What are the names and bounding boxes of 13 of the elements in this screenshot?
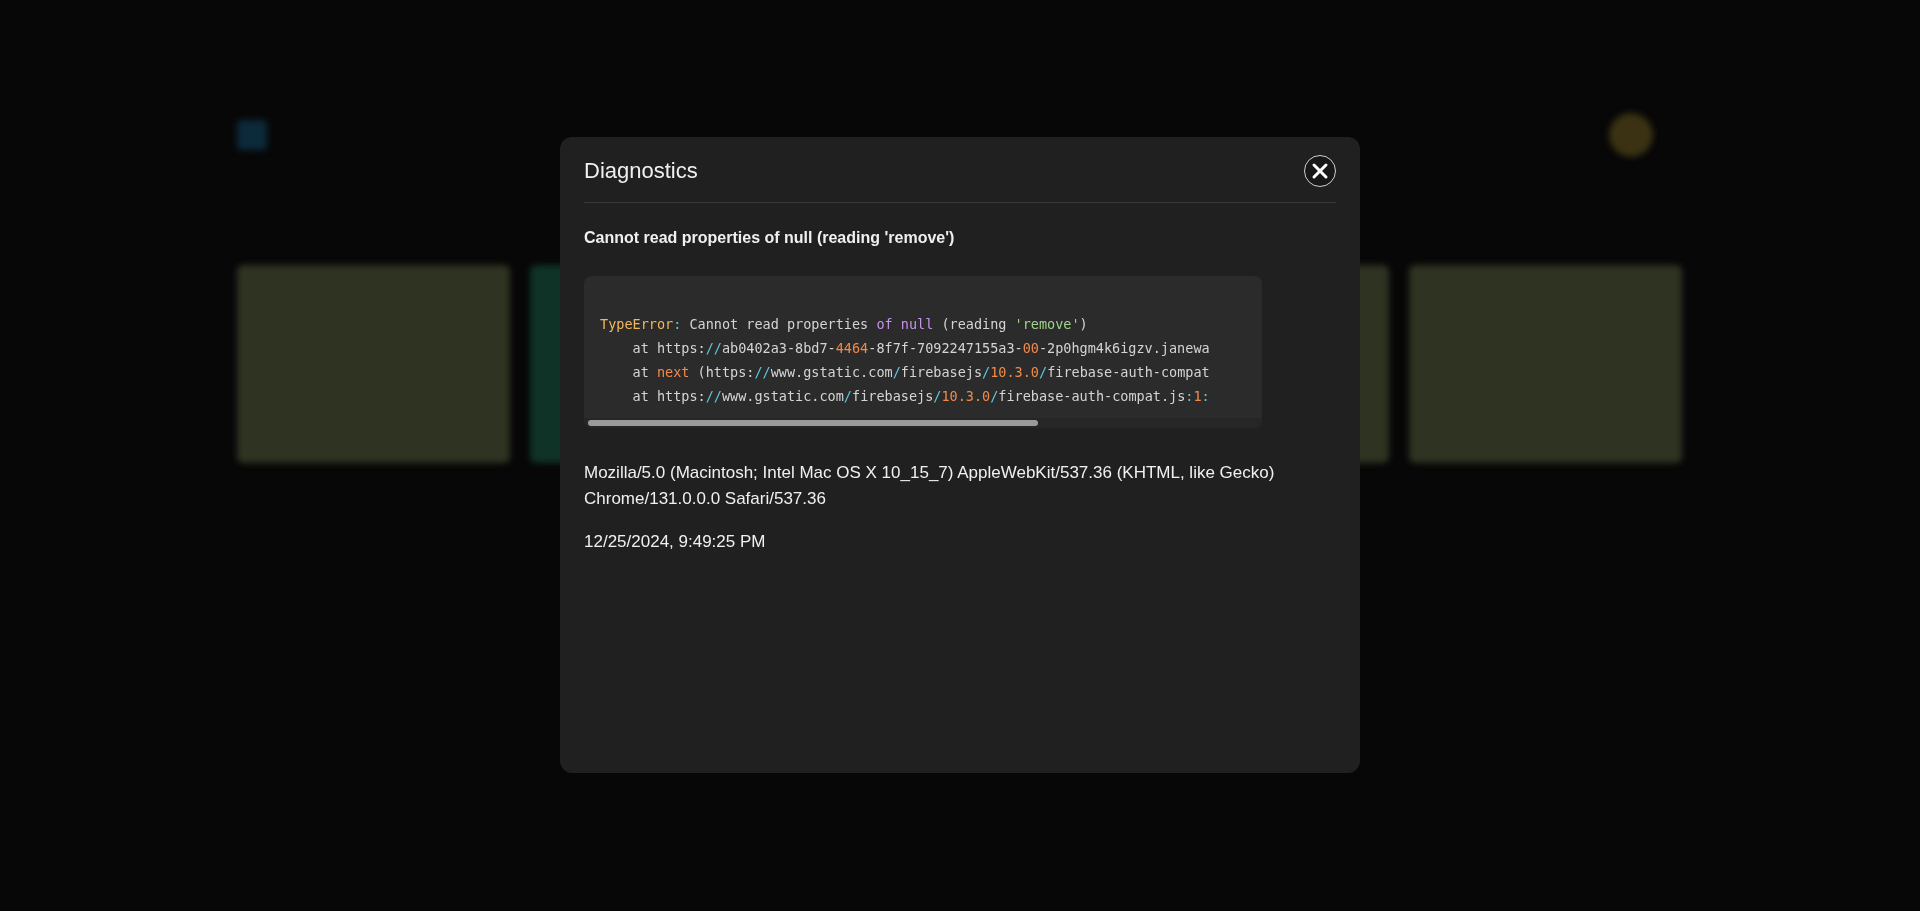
error-message: Cannot read properties of null (reading 'remove')	[584, 229, 956, 247]
close-icon	[1311, 161, 1329, 180]
code-line: at next (https://www.gstatic.com/firebasejs/10.3.0/firebase-auth-compat	[631, 363, 1211, 382]
close-button[interactable]	[1304, 154, 1336, 187]
horizontal-scrollbar[interactable]	[584, 418, 1262, 428]
timestamp: 12/25/2024, 9:49:25 PM	[584, 532, 767, 552]
code-line: at https://www.gstatic.com/firebasejs/10.3.0/firebase-auth-compat.js:1:	[631, 387, 1211, 406]
avatar	[1609, 113, 1653, 157]
code-line: TypeError: Cannot read properties of null (reading 'remove')	[600, 315, 1089, 334]
user-agent-text: Mozilla/5.0 (Macintosh; Intel Mac OS X 10_15_7) AppleWebKit/537.36 (KHTML, like Gecko) Chrome/131.0.0.0 Safari/537.36	[584, 462, 1276, 510]
logo-icon	[237, 120, 267, 150]
code-line: at https://ab0402a3-8bd7-4464-8f7f-7092247155a3-00-2p0hgm4k6igzv.janewa	[631, 339, 1211, 358]
dialog-title: Diagnostics	[584, 157, 698, 184]
